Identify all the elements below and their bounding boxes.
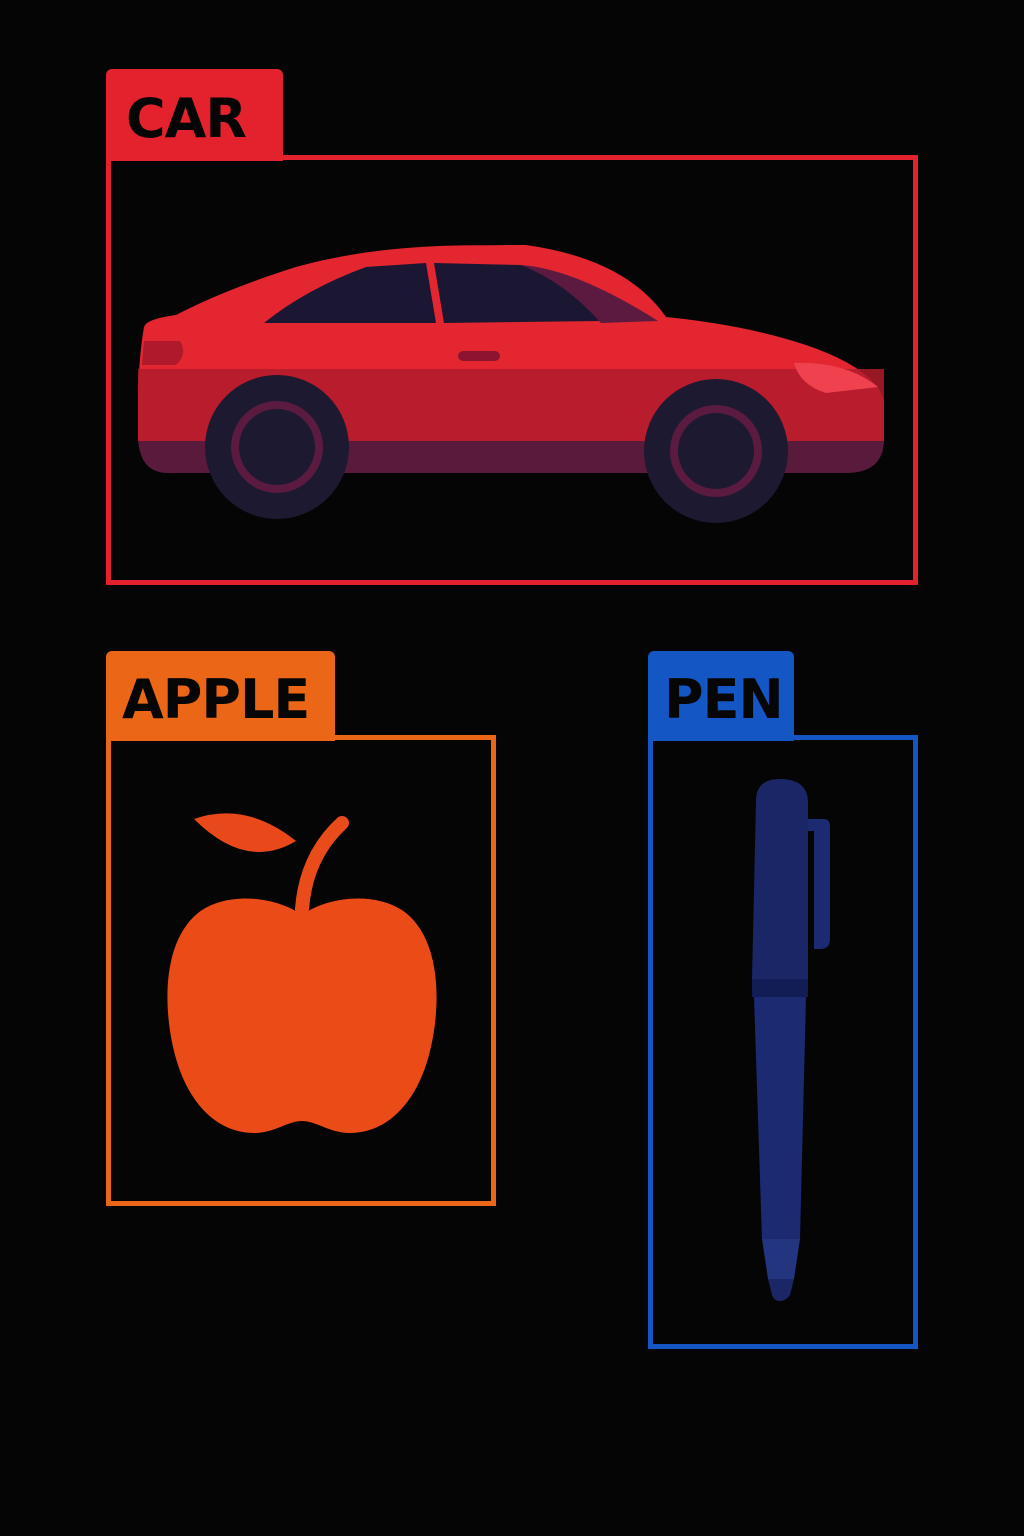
- pen-icon: [752, 779, 830, 1301]
- car-icon: [138, 244, 884, 523]
- detection-apple: APPLE: [106, 651, 496, 1206]
- apple-icon: [167, 813, 437, 1134]
- detection-car: CAR: [106, 69, 918, 585]
- detection-pen: PEN: [648, 651, 918, 1349]
- detection-canvas: { "detections": [ { "id": "car", "label"…: [0, 0, 1024, 1536]
